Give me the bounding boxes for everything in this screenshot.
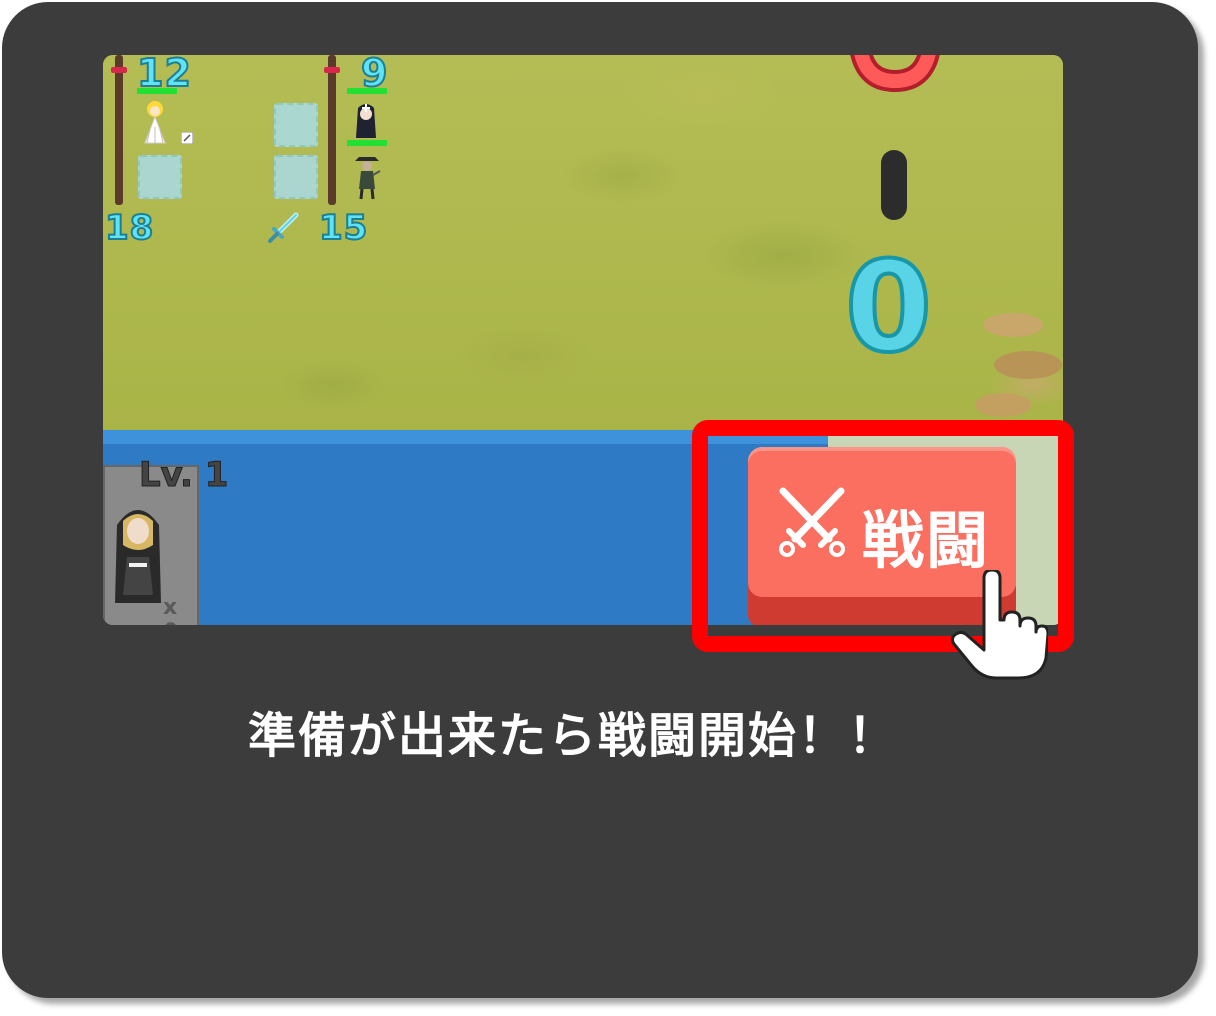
lane-marker-right: [324, 67, 340, 73]
nun-character[interactable]: [353, 100, 379, 140]
score-separator: [881, 150, 907, 220]
pointing-hand-icon: [950, 570, 1048, 680]
empty-slot[interactable]: [274, 155, 318, 199]
unit-count: x 0: [163, 595, 178, 625]
gunman-character[interactable]: [353, 153, 381, 201]
right-bottom-value: 15: [318, 207, 369, 249]
instruction-caption: 準備が出来たら戦闘開始！！: [247, 708, 898, 764]
lane-marker-left: [111, 67, 127, 73]
score-top: [850, 55, 940, 93]
left-bottom-value: 18: [104, 207, 155, 249]
nun-portrait: [115, 510, 161, 603]
hp-bar-right-mid: [347, 140, 387, 146]
angel-character[interactable]: [141, 99, 169, 149]
empty-slot[interactable]: [274, 103, 318, 147]
sword-icon: [268, 212, 299, 243]
lane-divider-right: [328, 55, 336, 205]
rocks-decoration: [975, 313, 1062, 417]
score-bottom-value: 0: [843, 235, 934, 380]
level-label: Lv. 1: [138, 455, 229, 496]
hp-bar-left: [137, 88, 177, 94]
lane-divider-left: [115, 55, 123, 205]
small-status-icon: [181, 132, 193, 144]
hp-bar-right-top: [347, 88, 387, 94]
empty-slot[interactable]: [138, 155, 182, 199]
